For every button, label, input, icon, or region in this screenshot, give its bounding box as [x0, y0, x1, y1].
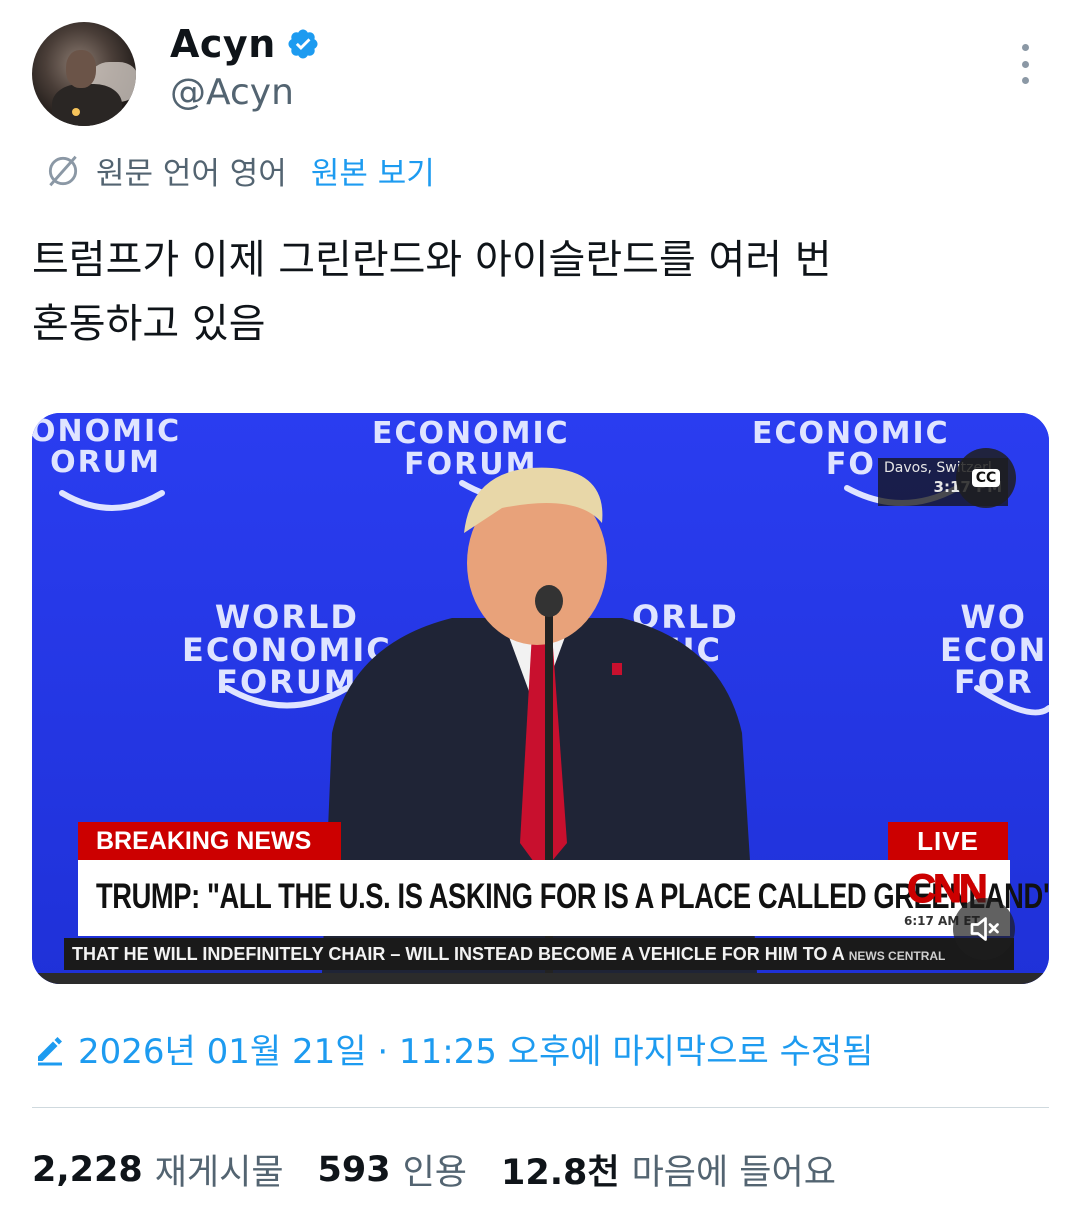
tweet-text: 트럼프가 이제 그린란드와 아이슬란드를 여러 번 혼동하고 있음 — [32, 228, 1032, 356]
edited-timestamp-link[interactable]: 2026년 01월 21일 · 11:25 오후에 마지막으로 수정됨 — [32, 1024, 873, 1073]
divider — [32, 1107, 1049, 1108]
retweets-count[interactable]: 2,228 — [32, 1150, 143, 1190]
closed-captions-button[interactable]: CC — [956, 448, 1016, 508]
author-handle[interactable]: @Acyn — [170, 72, 294, 113]
show-original-link[interactable]: 원본 보기 — [311, 148, 435, 193]
tweet-text-line: 혼동하고 있음 — [32, 301, 266, 347]
live-label: LIVE — [888, 822, 1008, 860]
news-ticker: THAT HE WILL INDEFINITELY CHAIR – WILL I… — [64, 938, 1014, 970]
edited-timestamp-text: 2026년 01월 21일 · 11:25 오후에 마지막으로 수정됨 — [78, 1032, 874, 1072]
more-options-icon[interactable] — [1010, 44, 1040, 84]
verified-badge-icon — [288, 29, 318, 59]
quotes-count[interactable]: 593 — [318, 1150, 391, 1190]
author-name-row[interactable]: Acyn — [170, 22, 320, 66]
translate-globe-icon — [48, 155, 78, 186]
video-player[interactable]: ONOMIC ORUM ECONOMIC FORUM ECONOMIC FO WORL… — [32, 413, 1049, 984]
engagement-stats: 2,228 재게시물 593 인용 12.8천 마음에 들어요 — [32, 1144, 870, 1195]
translation-row: 원문 언어 영어 원본 보기 — [44, 148, 435, 193]
likes-count[interactable]: 12.8천 — [501, 1144, 620, 1195]
ticker-text: THAT HE WILL INDEFINITELY CHAIR – WILL I… — [72, 944, 845, 964]
retweets-label[interactable]: 재게시물 — [155, 1144, 284, 1195]
cc-icon: CC — [971, 469, 1001, 487]
author-display-name[interactable]: Acyn — [170, 22, 276, 66]
avatar[interactable] — [32, 22, 136, 126]
ticker-source: NEWS CENTRAL — [848, 949, 946, 963]
mute-button[interactable] — [953, 898, 1015, 960]
pencil-icon — [38, 1036, 62, 1065]
muted-speaker-icon — [970, 917, 999, 941]
likes-label[interactable]: 마음에 들어요 — [632, 1144, 836, 1195]
tweet-text-line: 트럼프가 이제 그린란드와 아이슬란드를 여러 번 — [32, 237, 832, 283]
source-language-label: 원문 언어 영어 — [96, 156, 287, 192]
breaking-news-label: BREAKING NEWS — [78, 822, 341, 860]
quotes-label[interactable]: 인용 — [403, 1144, 467, 1195]
